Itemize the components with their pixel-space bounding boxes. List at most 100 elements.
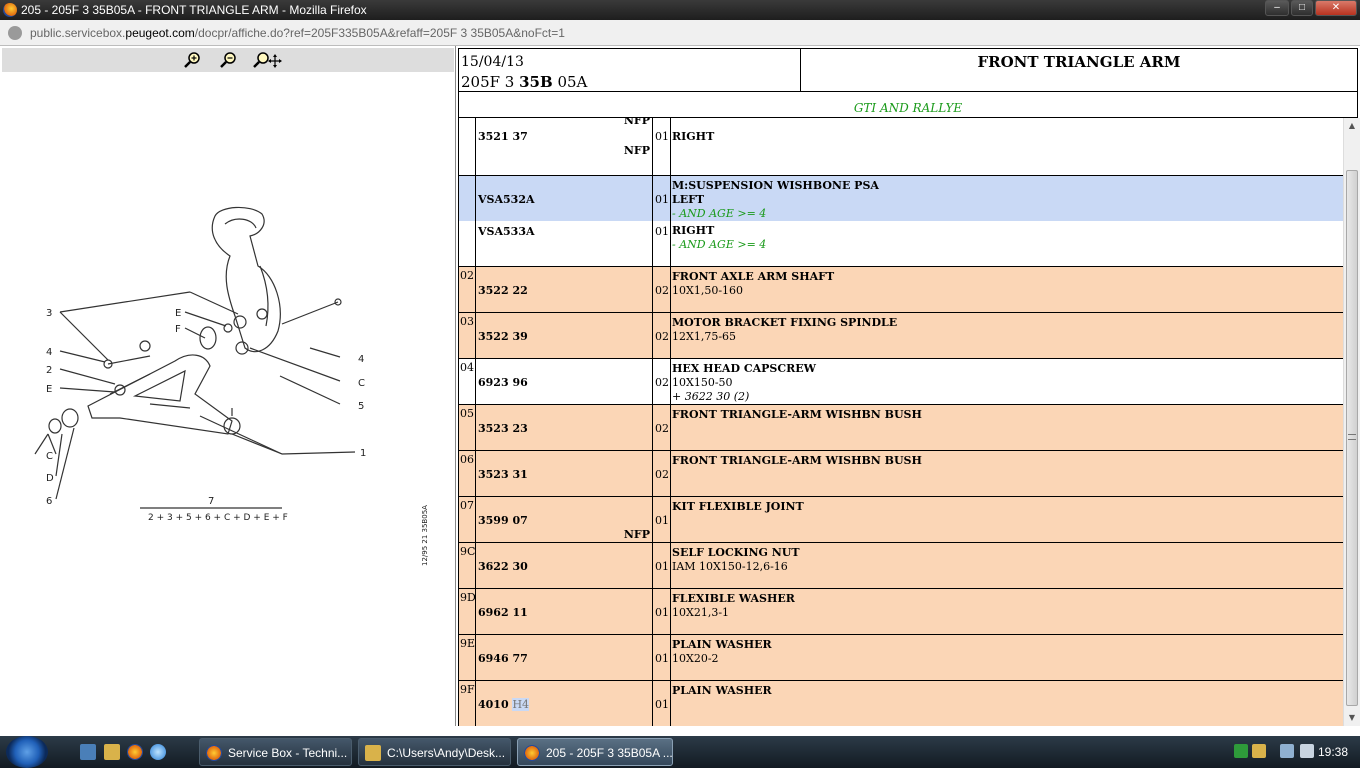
position-ref: 9D <box>460 591 476 604</box>
diagram-label: 1 <box>360 448 366 459</box>
diagram-code: 12/95 21 35B05A <box>421 505 429 566</box>
tray-app-icon[interactable] <box>1234 744 1248 758</box>
position-ref: 9C <box>460 545 476 558</box>
start-button[interactable] <box>6 736 48 768</box>
doc-reference: 205F 3 35B 05A <box>461 73 588 91</box>
part-spec: 10X1,50-160 <box>672 284 744 297</box>
taskbar: Service Box - Techni... C:\Users\Andy\De… <box>0 736 1360 768</box>
minimize-button[interactable]: ‒ <box>1265 0 1289 16</box>
firefox-icon <box>206 745 222 761</box>
task-service-box[interactable]: Service Box - Techni... <box>199 738 352 766</box>
part-description: PLAIN WASHER <box>672 638 772 651</box>
position-ref: 07 <box>460 499 474 512</box>
part-description: FLEXIBLE WASHER <box>672 592 795 605</box>
maximize-button[interactable]: □ <box>1291 0 1313 16</box>
part-condition: - AND AGE >= 4 <box>672 238 767 251</box>
window-title: 205 - 205F 3 35B05A - FRONT TRIANGLE ARM… <box>21 3 367 17</box>
position-ref: 02 <box>460 269 474 282</box>
part-note: + 3622 30 (2) <box>672 390 750 403</box>
diagram-label: E <box>46 384 52 395</box>
firefox-icon <box>3 3 17 17</box>
network-icon[interactable] <box>1280 744 1294 758</box>
diagram-label: D <box>46 473 54 484</box>
clock[interactable]: 19:38 <box>1318 745 1348 759</box>
parts-pane: 15/04/13 205F 3 35B 05A FRONT TRIANGLE A… <box>456 46 1360 726</box>
table-row[interactable]: 07 3599 07 01 NFP KIT FLEXIBLE JOINT <box>459 497 1343 543</box>
quantity: 01 <box>655 606 669 619</box>
doc-subtitle-bar: GTI AND RALLYE <box>458 92 1358 118</box>
tray-sync-icon[interactable] <box>1252 744 1266 758</box>
firefox-icon <box>524 745 540 761</box>
nfp-flag: NFP <box>623 118 650 127</box>
volume-icon[interactable] <box>1300 744 1314 758</box>
diagram-label: 2 <box>46 365 52 376</box>
table-row[interactable]: 9F 4010 H4 01 PLAIN WASHER <box>459 681 1343 726</box>
task-explorer-folder[interactable]: C:\Users\Andy\Desk... <box>358 738 511 766</box>
diagram-label: 5 <box>358 401 364 412</box>
table-row[interactable]: 04 6923 96 02 HEX HEAD CAPSCREW 10X150-5… <box>459 359 1343 405</box>
part-number: 3599 07 <box>478 514 528 527</box>
part-condition: - AND AGE >= 4 <box>672 207 767 220</box>
position-ref: 9E <box>460 637 476 650</box>
part-side: LEFT <box>672 193 705 206</box>
part-suffix-highlight: H4 <box>512 698 530 711</box>
doc-header: 15/04/13 205F 3 35B 05A FRONT TRIANGLE A… <box>458 48 1358 92</box>
part-description: SELF LOCKING NUT <box>672 546 800 559</box>
quantity: 01 <box>655 652 669 665</box>
scrollbar-grip-icon <box>1348 434 1356 440</box>
table-row[interactable]: 05 3523 23 02 FRONT TRIANGLE-ARM WISHBN … <box>459 405 1343 451</box>
part-number: 3522 22 <box>478 284 528 297</box>
part-number: 4010 H4 <box>478 698 530 711</box>
part-description: RIGHT <box>672 130 715 143</box>
part-spec: IAM 10X150-12,6-16 <box>672 560 788 573</box>
part-description: M:SUSPENSION WISHBONE PSA <box>672 179 879 192</box>
table-row[interactable]: 02 3522 22 02 FRONT AXLE ARM SHAFT 10X1,… <box>459 267 1343 313</box>
vertical-scrollbar[interactable]: ▲ ▼ <box>1343 118 1360 726</box>
part-description: MOTOR BRACKET FIXING SPINDLE <box>672 316 898 329</box>
table-row[interactable]: VSA533A 01 RIGHT - AND AGE >= 4 <box>459 221 1343 267</box>
position-ref: 04 <box>460 361 474 374</box>
table-row[interactable]: 03 3522 39 02 MOTOR BRACKET FIXING SPIND… <box>459 313 1343 359</box>
table-row[interactable]: 9E 6946 77 01 PLAIN WASHER 10X20-2 <box>459 635 1343 681</box>
zoom-out-icon[interactable] <box>218 50 238 70</box>
part-number: 6962 11 <box>478 606 528 619</box>
zoom-in-icon[interactable] <box>182 50 202 70</box>
show-desktop-icon[interactable] <box>80 744 96 760</box>
part-number: 3522 39 <box>478 330 528 343</box>
part-spec: 10X21,3-1 <box>672 606 730 619</box>
scroll-up-icon[interactable]: ▲ <box>1344 118 1360 134</box>
table-row[interactable]: 9C 3622 30 01 SELF LOCKING NUT IAM 10X15… <box>459 543 1343 589</box>
diagram-label: 6 <box>46 496 52 507</box>
url-text[interactable]: public.servicebox.peugeot.com/docpr/affi… <box>30 26 565 40</box>
close-button[interactable]: ✕ <box>1315 0 1357 16</box>
doc-subtitle: GTI AND RALLYE <box>853 101 963 115</box>
quantity: 02 <box>655 330 669 343</box>
internet-explorer-icon[interactable] <box>150 744 166 760</box>
doc-date: 15/04/13 <box>461 54 524 70</box>
table-row[interactable]: NFP 3521 37 01 NFP RIGHT <box>459 118 1343 176</box>
address-bar[interactable]: public.servicebox.peugeot.com/docpr/affi… <box>0 20 1360 46</box>
diagram-label: F <box>175 324 181 335</box>
nfp-flag: NFP <box>623 144 650 157</box>
window-titlebar: 205 - 205F 3 35B05A - FRONT TRIANGLE ARM… <box>0 0 1360 20</box>
quantity: 01 <box>655 514 669 527</box>
part-number: 6923 96 <box>478 376 528 389</box>
part-description: FRONT AXLE ARM SHAFT <box>672 270 835 283</box>
table-row[interactable]: 06 3523 31 02 FRONT TRIANGLE-ARM WISHBN … <box>459 451 1343 497</box>
globe-icon <box>8 26 22 40</box>
parts-table: NFP 3521 37 01 NFP RIGHT VSA532A 01 M:SU… <box>458 118 1343 726</box>
diagram-label: C <box>358 378 365 389</box>
quantity: 01 <box>655 130 669 143</box>
task-firefox-active[interactable]: 205 - 205F 3 35B05A ... <box>517 738 673 766</box>
position-ref: 05 <box>460 407 474 420</box>
scroll-down-icon[interactable]: ▼ <box>1344 710 1360 726</box>
table-row[interactable]: 9D 6962 11 01 FLEXIBLE WASHER 10X21,3-1 <box>459 589 1343 635</box>
zoom-pan-icon[interactable] <box>252 50 282 70</box>
position-ref: 03 <box>460 315 474 328</box>
nfp-flag: NFP <box>623 528 650 541</box>
diagram-label: 3 <box>46 308 52 319</box>
firefox-quicklaunch-icon[interactable] <box>127 744 143 760</box>
table-row[interactable]: VSA532A 01 M:SUSPENSION WISHBONE PSA LEF… <box>459 176 1343 221</box>
part-number: 3521 37 <box>478 130 528 143</box>
explorer-icon[interactable] <box>104 744 120 760</box>
